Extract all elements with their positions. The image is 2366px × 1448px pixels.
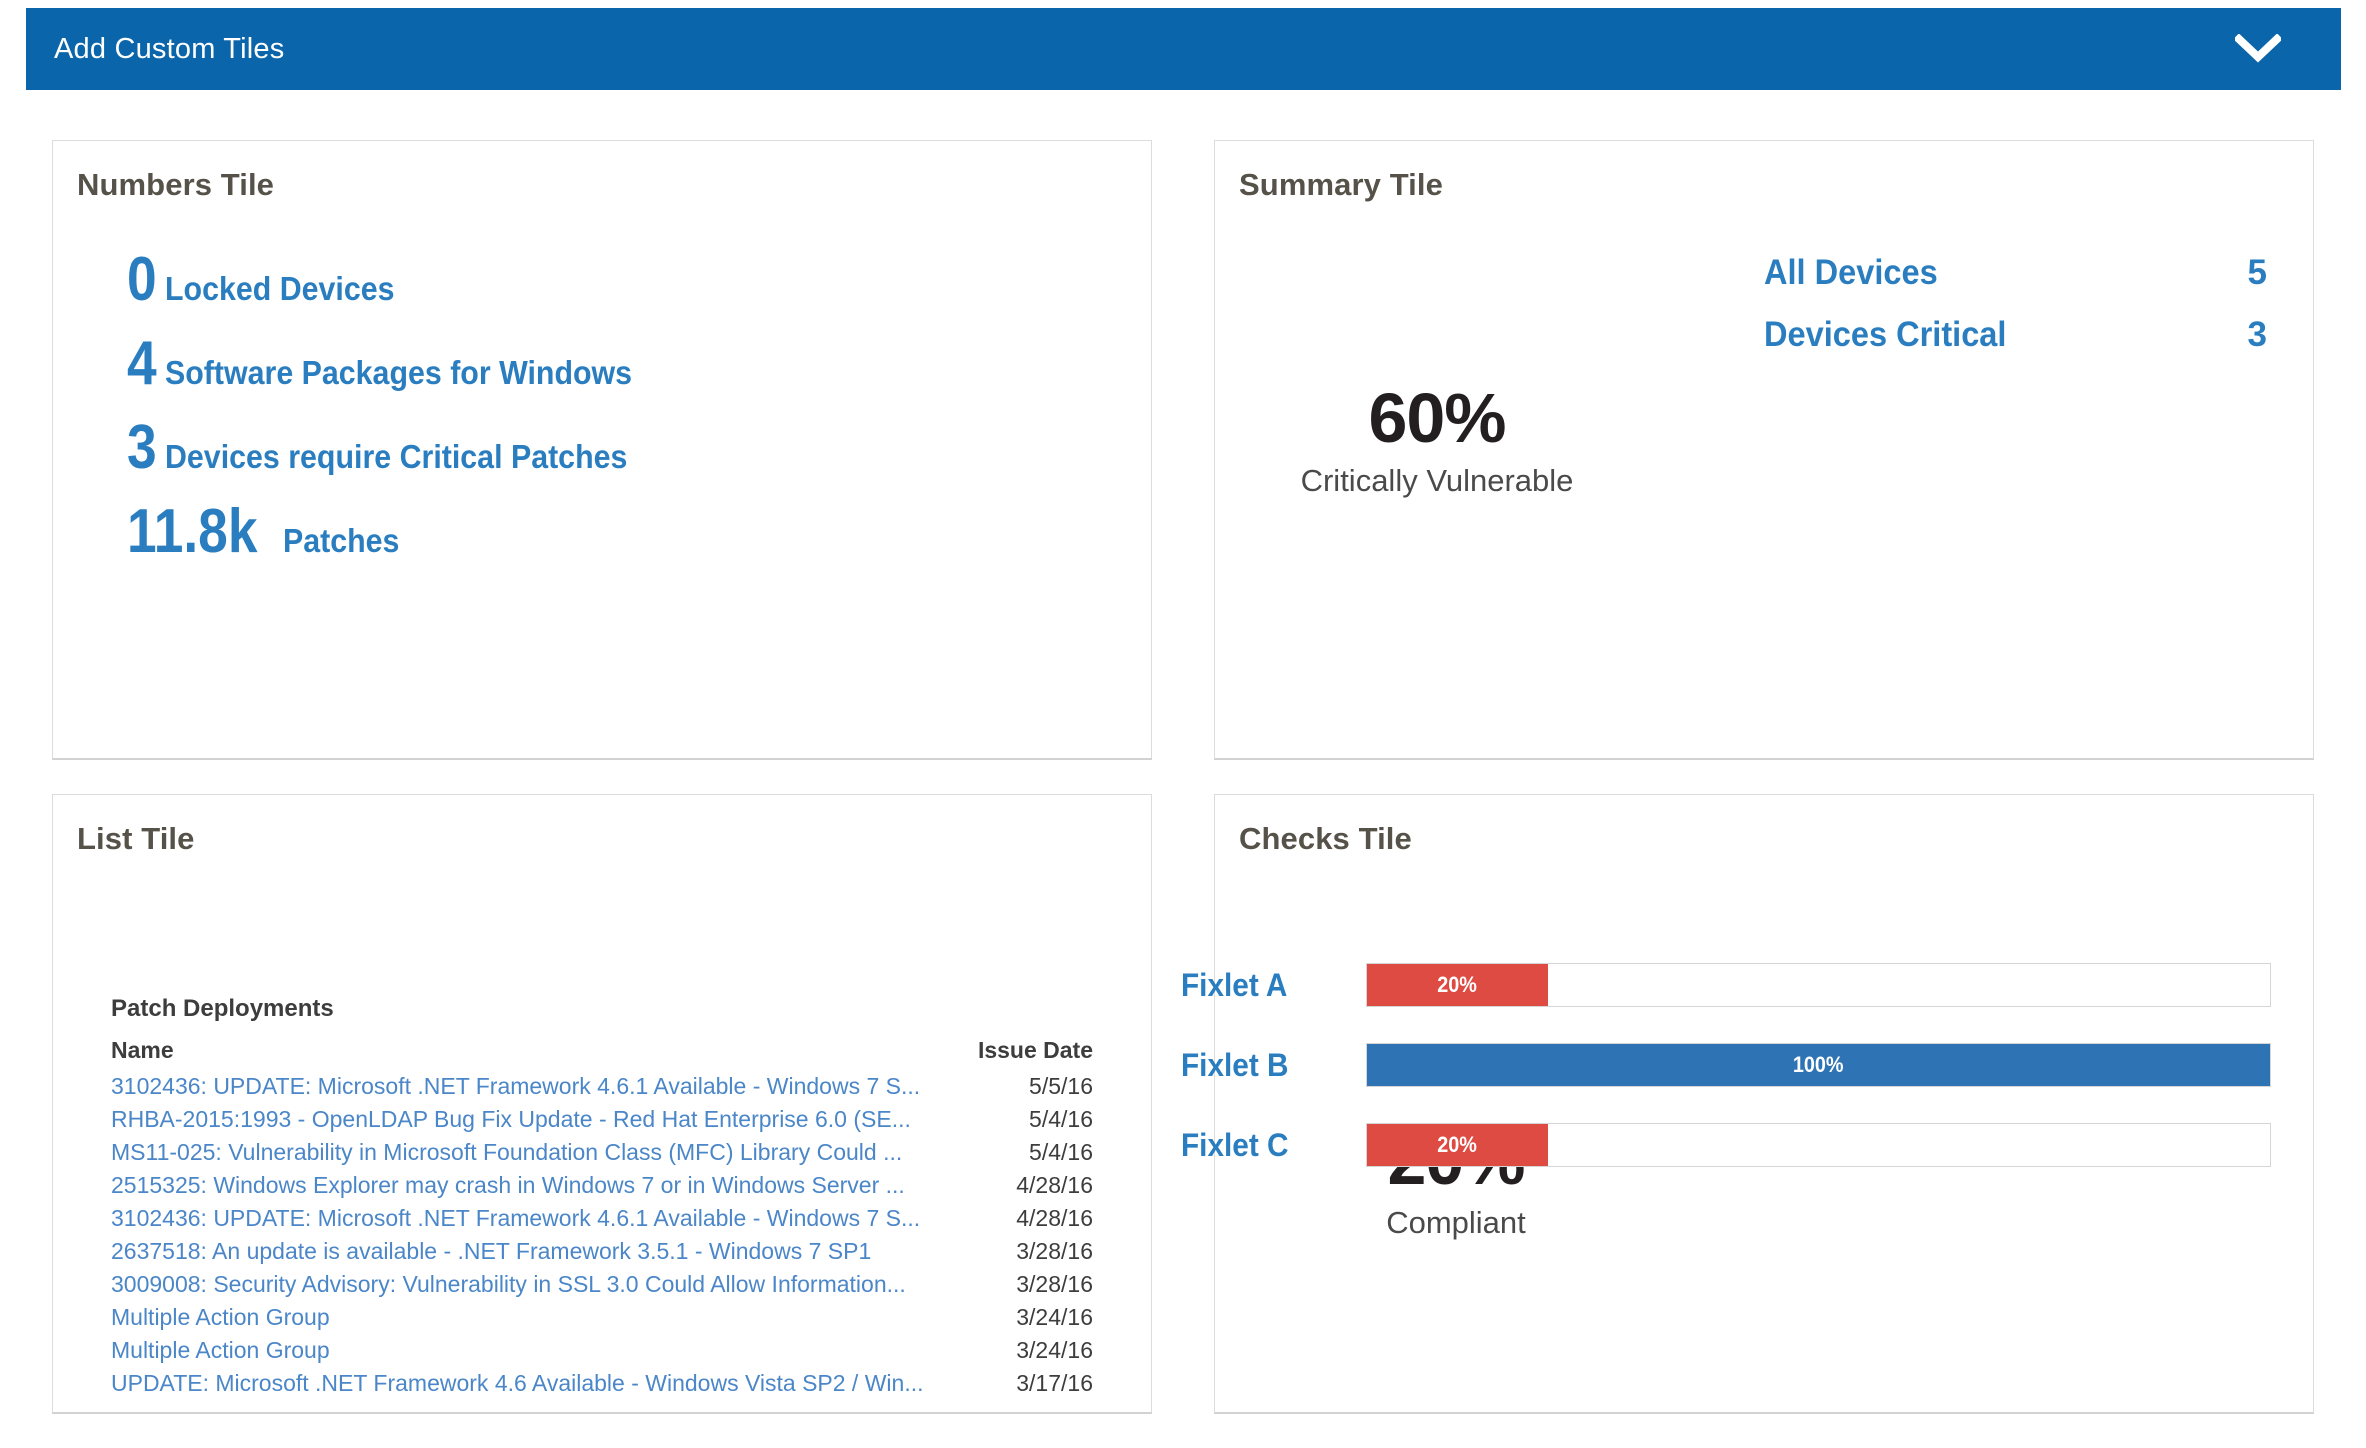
table-row[interactable]: 2515325: Windows Explorer may crash in W… bbox=[111, 1169, 1093, 1202]
table-row[interactable]: 3009008: Security Advisory: Vulnerabilit… bbox=[111, 1268, 1093, 1301]
patch-date: 4/28/16 bbox=[943, 1169, 1093, 1202]
table-row[interactable]: 2637518: An update is available - .NET F… bbox=[111, 1235, 1093, 1268]
patch-name[interactable]: 3009008: Security Advisory: Vulnerabilit… bbox=[111, 1268, 943, 1301]
numbers-row[interactable]: 3 Devices require Critical Patches bbox=[127, 417, 1151, 491]
tile-grid: Numbers Tile 0 Locked Devices 4 Software… bbox=[0, 140, 2366, 1448]
patch-name[interactable]: Multiple Action Group bbox=[111, 1334, 943, 1367]
fixlet-label: Fixlet A bbox=[1181, 967, 1353, 1004]
patch-name[interactable]: 2515325: Windows Explorer may crash in W… bbox=[111, 1169, 943, 1202]
patch-name[interactable]: 2637518: An update is available - .NET F… bbox=[111, 1235, 943, 1268]
patch-name[interactable]: 3102436: UPDATE: Microsoft .NET Framewor… bbox=[111, 1202, 943, 1235]
patch-name[interactable]: RHBA-2015:1993 - OpenLDAP Bug Fix Update… bbox=[111, 1103, 943, 1136]
summary-tile-rows: All Devices 5 Devices Critical 3 bbox=[1764, 253, 2267, 377]
table-header-row: Name Issue Date bbox=[111, 1037, 1093, 1070]
tile-row-top: Numbers Tile 0 Locked Devices 4 Software… bbox=[0, 140, 2366, 760]
patch-name[interactable]: MS11-025: Vulnerability in Microsoft Fou… bbox=[111, 1136, 943, 1169]
patch-name[interactable]: 3102436: UPDATE: Microsoft .NET Framewor… bbox=[111, 1070, 943, 1103]
table-row[interactable]: Multiple Action Group 3/24/16 bbox=[111, 1334, 1093, 1367]
fixlet-progress-text: 100% bbox=[1793, 1052, 1844, 1078]
numbers-label: Patches bbox=[283, 524, 399, 557]
fixlet-progress-track[interactable]: 20% bbox=[1366, 963, 2271, 1007]
patch-date: 4/28/16 bbox=[943, 1202, 1093, 1235]
summary-row-label: All Devices bbox=[1764, 253, 1938, 293]
patch-date: 3/28/16 bbox=[943, 1268, 1093, 1301]
table-row[interactable]: 3102436: UPDATE: Microsoft .NET Framewor… bbox=[111, 1070, 1093, 1103]
fixlet-row-b[interactable]: Fixlet B 100% bbox=[1181, 1043, 2271, 1087]
list-tile-body: Patch Deployments Name Issue Date 310243… bbox=[111, 995, 1093, 1400]
fixlet-progress-track[interactable]: 20% bbox=[1366, 1123, 2271, 1167]
patch-name[interactable]: Multiple Action Group bbox=[111, 1301, 943, 1334]
numbers-tile-title: Numbers Tile bbox=[77, 167, 274, 203]
numbers-label: Devices require Critical Patches bbox=[165, 440, 627, 473]
tile-row-bottom: List Tile Patch Deployments Name Issue D… bbox=[0, 794, 2366, 1414]
fixlet-progress-text: 20% bbox=[1437, 1132, 1477, 1158]
numbers-row[interactable]: 0 Locked Devices bbox=[127, 249, 1151, 323]
fixlet-label: Fixlet B bbox=[1181, 1047, 1353, 1084]
numbers-tile-card[interactable]: Numbers Tile 0 Locked Devices 4 Software… bbox=[52, 140, 1152, 760]
patch-date: 5/4/16 bbox=[943, 1136, 1093, 1169]
summary-percent-block: 60% Critically Vulnerable bbox=[1287, 383, 1587, 499]
numbers-value: 11.8k bbox=[127, 501, 257, 563]
numbers-label: Locked Devices bbox=[165, 272, 395, 305]
summary-tile-card[interactable]: Summary Tile All Devices 5 Devices Criti… bbox=[1214, 140, 2314, 760]
table-row[interactable]: UPDATE: Microsoft .NET Framework 4.6 Ava… bbox=[111, 1367, 1093, 1400]
summary-row-devices-critical[interactable]: Devices Critical 3 bbox=[1764, 315, 2267, 355]
fixlet-list: Fixlet A 20% Fixlet B 100% bbox=[1181, 963, 2271, 1203]
summary-row-all-devices[interactable]: All Devices 5 bbox=[1764, 253, 2267, 293]
chevron-down-icon[interactable] bbox=[2231, 22, 2285, 76]
summary-row-value: 5 bbox=[2248, 253, 2267, 293]
fixlet-row-c[interactable]: Fixlet C 20% bbox=[1181, 1123, 2271, 1167]
patch-date: 3/17/16 bbox=[943, 1367, 1093, 1400]
fixlet-label: Fixlet C bbox=[1181, 1127, 1353, 1164]
patch-date: 5/5/16 bbox=[943, 1070, 1093, 1103]
table-row[interactable]: MS11-025: Vulnerability in Microsoft Fou… bbox=[111, 1136, 1093, 1169]
fixlet-progress-track[interactable]: 100% bbox=[1366, 1043, 2271, 1087]
summary-percent-label: Critically Vulnerable bbox=[1287, 463, 1587, 499]
summary-row-label: Devices Critical bbox=[1764, 315, 2006, 355]
patch-date: 3/28/16 bbox=[943, 1235, 1093, 1268]
numbers-value: 0 bbox=[127, 249, 157, 311]
column-header-name: Name bbox=[111, 1037, 943, 1070]
summary-percent-value: 60% bbox=[1287, 383, 1587, 453]
patch-date: 3/24/16 bbox=[943, 1334, 1093, 1367]
fixlet-progress-text: 20% bbox=[1437, 972, 1477, 998]
fixlet-progress-fill: 20% bbox=[1367, 964, 1548, 1006]
patch-name[interactable]: UPDATE: Microsoft .NET Framework 4.6 Ava… bbox=[111, 1367, 943, 1400]
patch-date: 3/24/16 bbox=[943, 1301, 1093, 1334]
patch-deployments-table: Name Issue Date 3102436: UPDATE: Microso… bbox=[111, 1037, 1093, 1400]
checks-tile-title: Checks Tile bbox=[1239, 821, 1412, 857]
numbers-value: 4 bbox=[127, 333, 157, 395]
patch-date: 5/4/16 bbox=[943, 1103, 1093, 1136]
list-tile-heading: Patch Deployments bbox=[111, 995, 1093, 1023]
page-title: Add Custom Tiles bbox=[54, 33, 284, 66]
numbers-row[interactable]: 11.8k Patches bbox=[127, 501, 1151, 575]
numbers-tile-body: 0 Locked Devices 4 Software Packages for… bbox=[53, 249, 1151, 585]
table-row[interactable]: RHBA-2015:1993 - OpenLDAP Bug Fix Update… bbox=[111, 1103, 1093, 1136]
column-header-issue-date: Issue Date bbox=[943, 1037, 1093, 1070]
fixlet-progress-fill: 20% bbox=[1367, 1124, 1548, 1166]
list-tile-card[interactable]: List Tile Patch Deployments Name Issue D… bbox=[52, 794, 1152, 1414]
fixlet-progress-fill: 100% bbox=[1367, 1044, 2270, 1086]
numbers-row[interactable]: 4 Software Packages for Windows bbox=[127, 333, 1151, 407]
fixlet-row-a[interactable]: Fixlet A 20% bbox=[1181, 963, 2271, 1007]
table-row[interactable]: Multiple Action Group 3/24/16 bbox=[111, 1301, 1093, 1334]
add-custom-tiles-header[interactable]: Add Custom Tiles bbox=[26, 8, 2341, 90]
table-row[interactable]: 3102436: UPDATE: Microsoft .NET Framewor… bbox=[111, 1202, 1093, 1235]
list-tile-title: List Tile bbox=[77, 821, 194, 857]
numbers-label: Software Packages for Windows bbox=[165, 356, 632, 389]
summary-tile-title: Summary Tile bbox=[1239, 167, 1443, 203]
checks-tile-card[interactable]: Checks Tile 20% Compliant Fixlet A 20% F… bbox=[1214, 794, 2314, 1414]
numbers-value: 3 bbox=[127, 417, 157, 479]
summary-row-value: 3 bbox=[2248, 315, 2267, 355]
checks-percent-label: Compliant bbox=[1311, 1205, 1601, 1241]
